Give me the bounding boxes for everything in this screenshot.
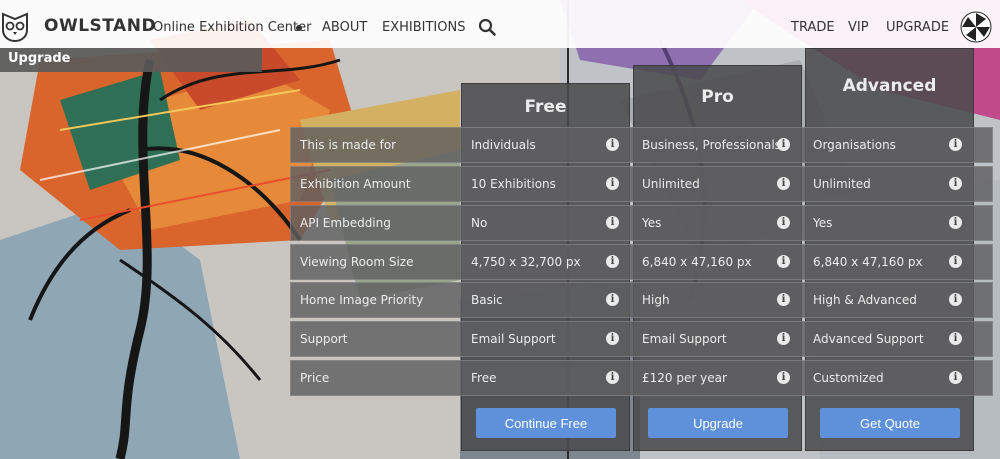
- free-value: Free: [471, 371, 497, 385]
- feature-label: Viewing Room Size: [300, 255, 414, 269]
- info-icon[interactable]: i: [949, 177, 962, 190]
- free-value: No: [471, 216, 488, 230]
- info-icon[interactable]: i: [777, 371, 790, 384]
- top-navigation-bar: OWLSTAND Online Exhibition Center ABOUT …: [0, 0, 1000, 48]
- info-icon[interactable]: i: [949, 293, 962, 306]
- advanced-value: Unlimited: [813, 177, 871, 191]
- search-icon[interactable]: [478, 18, 496, 36]
- advanced-value: Advanced Support: [813, 332, 924, 346]
- info-icon[interactable]: i: [949, 332, 962, 345]
- nav-exhibitions[interactable]: EXHIBITIONS: [382, 20, 465, 35]
- info-icon[interactable]: i: [606, 371, 619, 384]
- info-icon[interactable]: i: [606, 177, 619, 190]
- advanced-value: Yes: [813, 216, 833, 230]
- info-icon[interactable]: i: [606, 138, 619, 151]
- owl-logo-icon[interactable]: [0, 10, 30, 42]
- free-value: 4,750 x 32,700 px: [471, 255, 581, 269]
- brand-name[interactable]: OWLSTAND: [44, 16, 156, 36]
- info-icon[interactable]: i: [606, 332, 619, 345]
- page-title: Upgrade: [8, 51, 71, 66]
- feature-row: Price Free i £120 per year i Customized …: [290, 360, 993, 396]
- free-value: 10 Exhibitions: [471, 177, 556, 191]
- info-icon[interactable]: i: [777, 255, 790, 268]
- feature-row: Support Email Support i Email Support i …: [290, 321, 993, 357]
- free-value: Individuals: [471, 138, 536, 152]
- upgrade-button[interactable]: Upgrade: [648, 408, 788, 438]
- advanced-value: High & Advanced: [813, 293, 917, 307]
- page-label-panel: Upgrade: [0, 48, 262, 72]
- pro-value: £120 per year: [642, 371, 727, 385]
- nav-trade[interactable]: TRADE: [791, 20, 835, 35]
- plan-title-free: Free: [524, 97, 567, 117]
- pro-value: Yes: [642, 216, 662, 230]
- free-value: Basic: [471, 293, 503, 307]
- feature-label: Home Image Priority: [300, 293, 424, 307]
- feature-row: Home Image Priority Basic i High i High …: [290, 282, 993, 318]
- feature-label: Exhibition Amount: [300, 177, 411, 191]
- separator-dot: [296, 25, 302, 31]
- advanced-value: Organisations: [813, 138, 896, 152]
- free-value: Email Support: [471, 332, 556, 346]
- pro-value: Unlimited: [642, 177, 700, 191]
- plan-title-pro: Pro: [701, 87, 734, 107]
- info-icon[interactable]: i: [949, 255, 962, 268]
- pro-value: Email Support: [642, 332, 727, 346]
- get-quote-button[interactable]: Get Quote: [820, 408, 960, 438]
- info-icon[interactable]: i: [949, 138, 962, 151]
- info-icon[interactable]: i: [606, 255, 619, 268]
- pro-value: High: [642, 293, 670, 307]
- pro-value: 6,840 x 47,160 px: [642, 255, 752, 269]
- plan-title-advanced: Advanced: [842, 76, 937, 96]
- info-icon[interactable]: i: [777, 177, 790, 190]
- info-icon[interactable]: i: [606, 293, 619, 306]
- info-icon[interactable]: i: [949, 371, 962, 384]
- info-icon[interactable]: i: [949, 216, 962, 229]
- info-icon[interactable]: i: [777, 332, 790, 345]
- continue-free-button[interactable]: Continue Free: [476, 408, 616, 438]
- feature-label: This is made for: [300, 138, 397, 152]
- info-icon[interactable]: i: [777, 216, 790, 229]
- brand-tagline: Online Exhibition Center: [153, 20, 312, 35]
- user-avatar[interactable]: [960, 11, 992, 43]
- advanced-value: 6,840 x 47,160 px: [813, 255, 923, 269]
- pro-value: Business, Professionals: [642, 138, 781, 152]
- feature-label: Support: [300, 332, 348, 346]
- feature-row: Viewing Room Size 4,750 x 32,700 px i 6,…: [290, 244, 993, 280]
- feature-row: API Embedding No i Yes i Yes i: [290, 205, 993, 241]
- nav-vip[interactable]: VIP: [848, 20, 869, 35]
- feature-label: Price: [300, 371, 330, 385]
- nav-about[interactable]: ABOUT: [322, 20, 367, 35]
- feature-label: API Embedding: [300, 216, 391, 230]
- advanced-value: Customized: [813, 371, 884, 385]
- feature-row: This is made for Individuals i Business,…: [290, 127, 993, 163]
- info-icon[interactable]: i: [606, 216, 619, 229]
- info-icon[interactable]: i: [777, 138, 790, 151]
- nav-upgrade[interactable]: UPGRADE: [886, 20, 949, 35]
- avatar-pinwheel-icon: [960, 11, 992, 43]
- info-icon[interactable]: i: [777, 293, 790, 306]
- feature-row: Exhibition Amount 10 Exhibitions i Unlim…: [290, 166, 993, 202]
